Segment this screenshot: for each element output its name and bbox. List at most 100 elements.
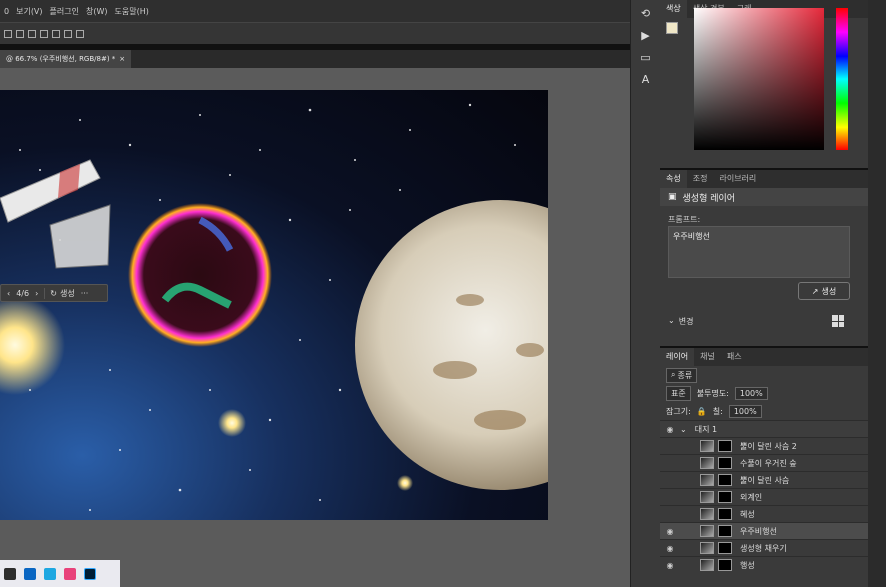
distribute-icon[interactable] [76,29,84,38]
align-icon[interactable] [28,29,36,38]
opacity-input[interactable]: 100% [734,386,768,400]
layer-name: 외계인 [740,492,763,502]
history-icon[interactable]: ⟲ [638,6,654,22]
layer-group[interactable]: ◉ ⌄ 대지 1 [660,420,868,437]
panel-scrollbar[interactable] [868,0,886,587]
menu-item-help[interactable]: 도움말(H) [115,6,149,17]
eye-icon[interactable]: ◉ [660,527,680,536]
photoshop-icon[interactable] [84,567,96,580]
layer-row[interactable]: 뿔이 달린 사슴 [660,471,868,488]
edge-icon[interactable] [44,567,56,580]
layer-thumbnail [700,474,714,486]
generate-button[interactable]: ↗ 생성 [798,282,850,300]
lock-icon[interactable]: 🔒 [697,407,707,416]
layer-mask-thumbnail [718,474,732,486]
layer-name: 뿔이 달린 사슴 [740,475,790,485]
layer-mask-thumbnail [718,559,732,571]
play-icon[interactable]: ▶ [638,28,654,44]
layer-filter-row: ⌕ 종류 [660,366,868,384]
color-picker-field[interactable] [694,8,824,150]
contextual-task-bar: ‹ 4/6 › ↻ 생성 ··· [0,284,108,302]
generate-icon: ↗ [811,286,819,296]
menu-item-plugins[interactable]: 플러그인 [50,6,79,17]
layer-row[interactable]: 뿔이 달린 사슴 2 [660,437,868,454]
layer-row[interactable]: 외계인 [660,488,868,505]
eye-icon[interactable]: ◉ [660,425,680,434]
eye-icon[interactable]: ◉ [660,544,680,553]
lock-label: 잠그기: [666,406,691,416]
tab-paths[interactable]: 패스 [721,348,748,366]
canvas-area: ‹ 4/6 › ↻ 생성 ··· [0,68,630,587]
grid-view-icon[interactable] [832,315,844,327]
layer-mask-thumbnail [718,525,732,537]
menu-item-view[interactable]: 보기(V) [16,6,42,17]
prev-variation-button[interactable]: ‹ [7,289,10,298]
move-tool-icon[interactable] [4,29,12,38]
comment-icon[interactable]: ▭ [638,50,654,66]
more-options-button[interactable]: ··· [81,289,89,298]
generate-icon: ↻ [50,288,57,298]
layer-row[interactable]: ◉ 생성형 채우기 [660,539,868,556]
tab-color[interactable]: 색상 [660,0,687,18]
layer-row[interactable]: 수풀이 우거진 숲 [660,454,868,471]
foreground-color-swatch[interactable] [666,22,678,34]
app-icon[interactable] [64,567,76,580]
close-icon[interactable]: × [119,55,125,63]
fill-label: 칠: [712,406,723,416]
tab-adjustments[interactable]: 조정 [687,170,714,188]
space-artwork [0,103,548,511]
spaceship-graphic [0,159,111,269]
layer-name: 행성 [740,560,755,570]
generate-label: 생성 [821,286,837,296]
options-bar [0,22,630,44]
character-icon[interactable]: A [638,72,654,88]
layer-mask-thumbnail [718,491,732,503]
taskview-icon[interactable] [4,567,16,580]
layer-row-selected[interactable]: ◉ 우주비행선 [660,522,868,539]
white-planet [355,200,548,490]
chevron-down-icon: ⌄ [668,316,675,325]
align-icon[interactable] [52,29,60,38]
tab-layers[interactable]: 레이어 [660,348,695,366]
document-canvas[interactable] [0,90,548,520]
windows-icon[interactable] [24,567,36,580]
tab-channels[interactable]: 채널 [694,348,721,366]
blend-mode-select[interactable]: 표준 [666,385,691,401]
variations-section[interactable]: ⌄ 변경 [668,316,693,327]
layer-name: 수풀이 우거진 숲 [740,458,797,468]
document-tab[interactable]: @ 66.7% (우주비행선, RGB/8#) * × [0,50,132,68]
layer-row[interactable]: 혜성 [660,505,868,522]
align-icon[interactable] [16,29,24,38]
tab-libraries[interactable]: 라이브러리 [713,170,762,188]
prompt-input[interactable]: 우주비행선 [668,226,850,278]
chevron-down-icon[interactable]: ⌄ [680,425,687,434]
hue-slider[interactable] [836,8,848,150]
distribute-icon[interactable] [64,29,72,38]
prompt-label: 프롬프트: [668,215,701,224]
eye-icon[interactable]: ◉ [660,561,680,570]
fill-input[interactable]: 100% [728,404,762,418]
tab-properties[interactable]: 속성 [660,170,687,188]
blend-row: 표준 불투명도: 100% [660,384,868,402]
generate-button[interactable]: ↻ 생성 [44,287,75,299]
layer-filter-select[interactable]: ⌕ 종류 [666,367,698,383]
align-icon[interactable] [40,29,48,38]
menu-item[interactable]: 0 [4,7,9,16]
layer-name: 우주비행선 [740,526,777,536]
document-tab-title: @ 66.7% (우주비행선, RGB/8#) * [6,55,116,63]
menu-bar: 0 보기(V) 플러그인 창(W) 도움말(H) [0,0,630,22]
fg-bg-swatches[interactable] [666,22,686,42]
layer-mask-thumbnail [718,542,732,554]
sun-flare [0,295,65,395]
menu-item-window[interactable]: 창(W) [86,6,108,17]
layer-name: 생성형 채우기 [740,543,787,553]
layer-type-header: ▣ 생성형 레이어 [660,188,868,206]
layer-thumbnail [700,491,714,503]
layer-row[interactable]: ◉ 행성 [660,556,868,573]
variation-counter: 4/6 [16,288,30,298]
layers-tabs: 레이어 채널 패스 [660,348,868,366]
layer-thumbnail [700,440,714,452]
next-variation-button[interactable]: › [35,289,38,298]
layer-filter-value: 종류 [677,370,693,380]
properties-panel: 속성 조정 라이브러리 ▣ 생성형 레이어 프롬프트: 우주비행선 ↗ 생성 ⌄… [660,170,868,346]
